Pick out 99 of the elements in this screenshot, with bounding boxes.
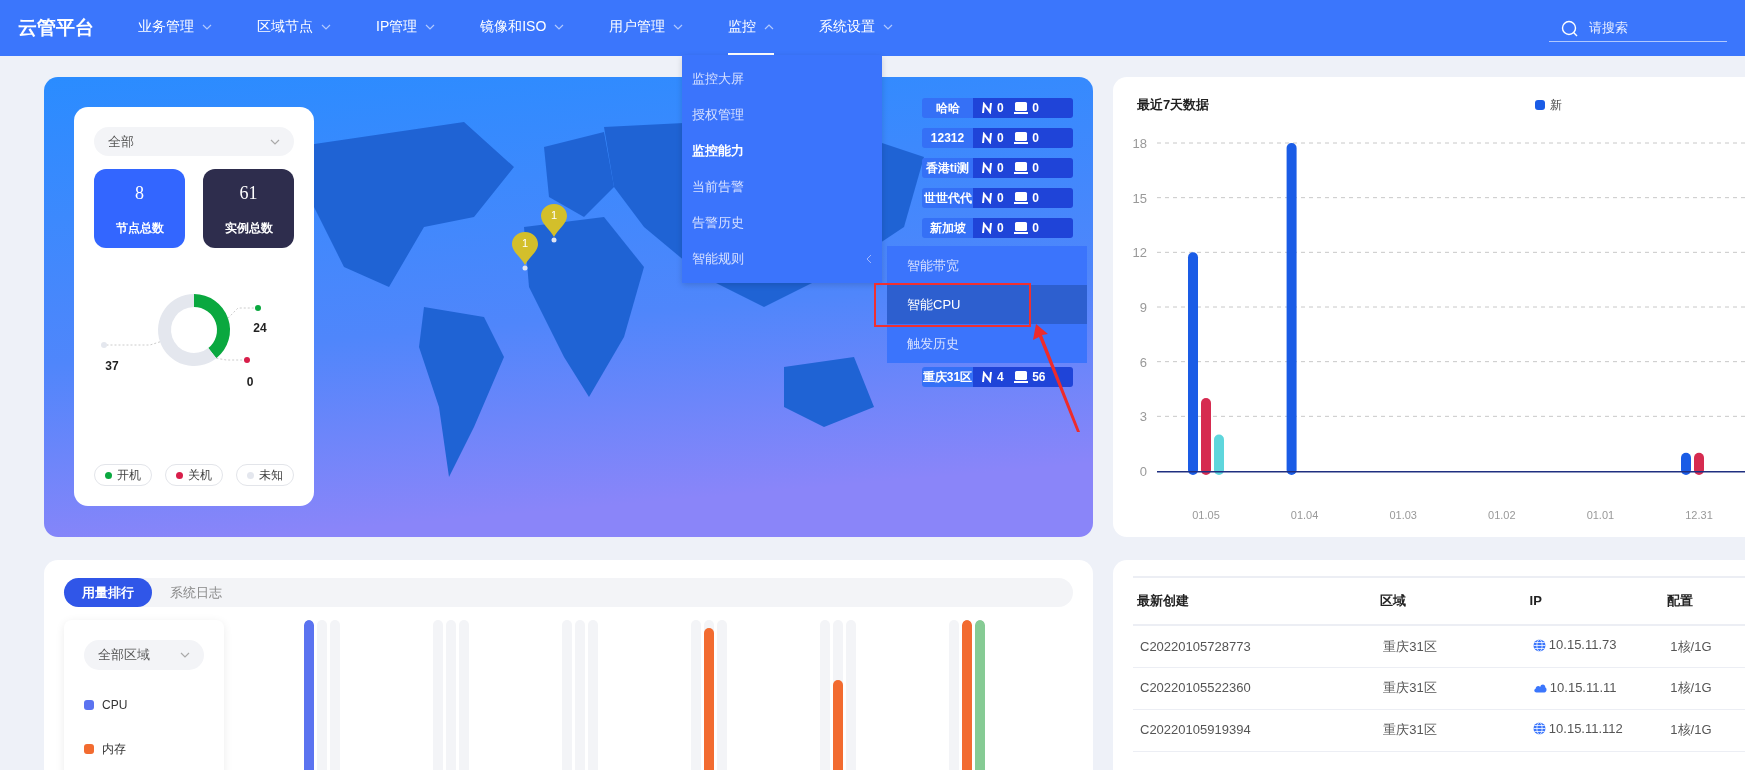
table-cell: C20220105728773	[1133, 625, 1377, 667]
ip-address: 10.15.11.112	[1548, 720, 1623, 739]
map-pin	[540, 203, 568, 243]
data-label: 24	[253, 321, 267, 335]
caret-icon	[866, 254, 872, 264]
tab[interactable]: 用量排行	[64, 578, 152, 607]
menu-item[interactable]: 授权管理	[682, 97, 882, 133]
table-cell: 重庆31区	[1376, 709, 1526, 751]
axis-tick: 3	[1139, 408, 1147, 424]
axis-tick: 01.02	[1488, 508, 1516, 521]
menu-item[interactable]: 当前告警	[682, 169, 882, 205]
data-label: 0	[246, 375, 254, 389]
table-cell: 1核/1G	[1663, 667, 1745, 709]
caret-icon	[764, 23, 775, 30]
bar	[1214, 434, 1224, 475]
nav-tab[interactable]: 镜像和ISO	[480, 0, 565, 56]
filter-select[interactable]: 全部	[94, 127, 294, 156]
axis-tick: 18	[1132, 135, 1147, 151]
ip-address: 10.15.11.73	[1548, 636, 1617, 655]
search-field[interactable]: 请搜索	[1549, 14, 1727, 42]
legend-label: 内存	[102, 741, 126, 758]
region-row: 香港ti测 0 0	[922, 158, 1073, 178]
caret-icon	[321, 23, 331, 30]
axis-tick: 15	[1132, 190, 1147, 206]
monitor-icon	[1014, 162, 1029, 174]
chart-title: 最近7天数据	[1137, 96, 1210, 114]
table-cell: C20220105919394	[1133, 709, 1377, 751]
table-cell: 1核/1G	[1663, 625, 1745, 667]
pin-count: 1	[520, 236, 530, 251]
globe-icon	[1532, 722, 1546, 736]
map-pin	[511, 231, 539, 271]
caret-icon	[202, 23, 212, 30]
monitor-icon	[1014, 371, 1029, 383]
table-cell: 1核/1G	[1663, 709, 1745, 751]
legend-dot	[244, 357, 250, 363]
axis-tick: 6	[1139, 354, 1147, 370]
caret-icon	[270, 138, 280, 145]
monitor-icon	[1014, 102, 1029, 114]
axis-tick: 01.01	[1586, 508, 1615, 521]
region-row: 新加坡 0 0	[922, 218, 1073, 238]
table-cell: 重庆31区	[1376, 625, 1526, 667]
submenu-item[interactable]: 触发历史	[887, 324, 1087, 363]
route-icon	[981, 102, 993, 114]
search-icon	[1561, 20, 1578, 37]
menu-item[interactable]: 智能规则	[682, 241, 882, 277]
legend-label: 新	[1550, 96, 1563, 114]
axis-tick: 0	[1139, 463, 1147, 479]
caret-icon	[425, 23, 436, 30]
axis-tick: 01.03	[1389, 508, 1417, 521]
cloud-icon	[1532, 682, 1547, 693]
legend-label: CPU	[102, 697, 128, 714]
region-row: 12312 0 0	[922, 128, 1073, 148]
bar	[1694, 452, 1704, 475]
axis-tick: 01.05	[1192, 508, 1220, 521]
nav-tab[interactable]: 区域节点	[257, 0, 331, 56]
caret-icon	[883, 23, 894, 30]
pin-count: 1	[549, 208, 559, 223]
tab[interactable]: 系统日志	[152, 578, 240, 607]
bar	[1681, 452, 1691, 475]
menu-item[interactable]: 监控能力	[682, 133, 882, 169]
axis-tick: 9	[1139, 299, 1147, 315]
column-header: 配置	[1663, 577, 1745, 625]
submenu-item[interactable]: 智能带宽	[887, 246, 1087, 285]
legend-dot	[101, 342, 107, 348]
monitor-icon	[1014, 132, 1029, 144]
route-icon	[981, 162, 993, 174]
ip-address: 10.15.11.11	[1549, 678, 1617, 697]
region-select[interactable]: 全部区域	[84, 640, 204, 670]
caret-icon	[554, 23, 565, 30]
data-label: 37	[105, 359, 119, 373]
axis-tick: 01.04	[1290, 508, 1319, 521]
region-row: 重庆31区 4 56	[922, 367, 1073, 387]
route-icon	[981, 222, 993, 234]
brand-title: 云管平台	[18, 15, 94, 40]
monitor-icon	[1014, 192, 1029, 204]
caret-icon	[673, 23, 684, 30]
submenu-item[interactable]: 智能CPU	[887, 285, 1087, 324]
route-icon	[981, 132, 993, 144]
column-header: IP	[1525, 577, 1664, 625]
nav-tab[interactable]: IP管理	[376, 0, 436, 56]
stat-tile: 8 节点总数	[94, 169, 185, 248]
stat-tile: 61 实例总数	[203, 169, 294, 248]
route-icon	[981, 192, 993, 204]
caret-icon	[180, 652, 190, 658]
axis-tick: 12.31	[1685, 508, 1713, 521]
legend-dot	[255, 305, 261, 311]
region-row: 世世代代 0 0	[922, 188, 1073, 208]
axis-tick: 12	[1132, 244, 1147, 260]
route-icon	[981, 371, 993, 383]
nav-tab[interactable]: 业务管理	[138, 0, 212, 56]
globe-icon	[1532, 638, 1546, 652]
column-header: 区域	[1376, 577, 1526, 625]
monitor-icon	[1014, 222, 1029, 234]
region-row: 哈哈 0 0	[922, 98, 1073, 118]
table-cell: 重庆31区	[1376, 667, 1526, 709]
column-header: 最新创建	[1133, 577, 1377, 625]
menu-item[interactable]: 监控大屏	[682, 61, 882, 97]
menu-item[interactable]: 告警历史	[682, 205, 882, 241]
table-cell: C20220105522360	[1133, 667, 1377, 709]
